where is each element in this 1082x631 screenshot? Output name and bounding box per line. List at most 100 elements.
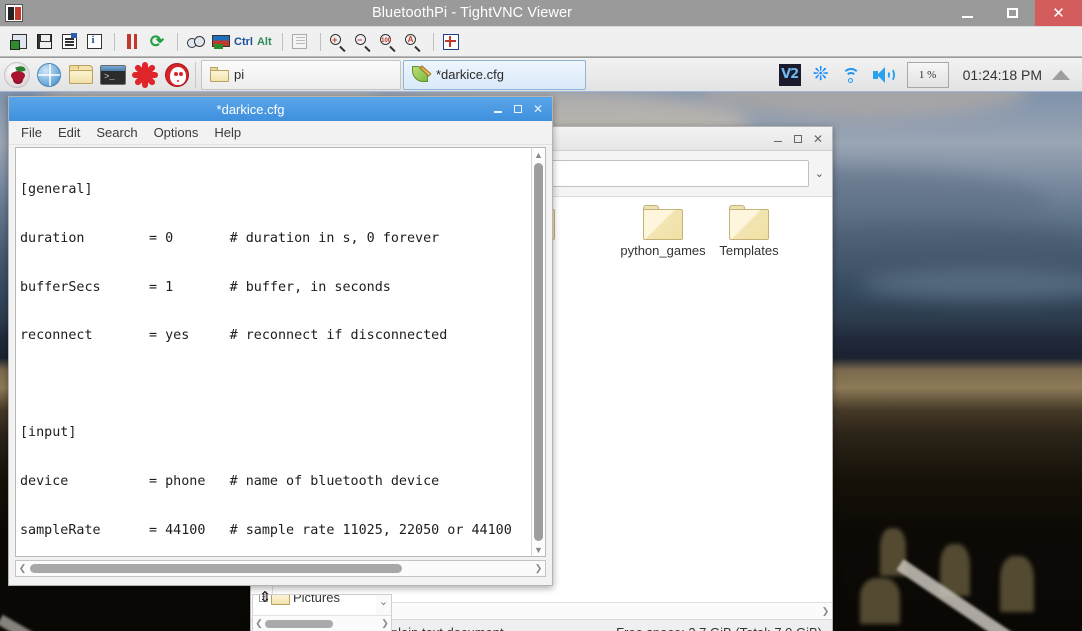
leafpad-menubar: File Edit Search Options Help [9,121,552,145]
scroll-right-icon[interactable]: ❯ [532,562,545,575]
eject-icon[interactable] [1052,69,1070,80]
leafpad-titlebar: *darkice.cfg ✕ [9,97,552,121]
task-button-label: pi [234,67,245,82]
menu-item-file[interactable]: File [21,125,42,140]
scrollbar-thumb[interactable] [534,163,543,541]
bluetooth-icon[interactable]: ❊ [813,65,829,84]
folder-icon [641,205,685,241]
leafpad-close-button[interactable]: ✕ [528,99,548,119]
folder-icon [210,67,229,82]
toolbar-divider [432,32,434,51]
leafpad-horizontal-scrollbar[interactable]: ❮ ❯ [15,560,546,577]
text-editor-input[interactable]: [general] duration = 0 # duration in s, … [16,148,531,556]
tightvnc-viewer-window: BluetoothPi - TightVNC Viewer ✕ ⟳ Ctrl A… [0,0,1082,631]
vnc-window-title: BluetoothPi - TightVNC Viewer [371,5,573,21]
clock[interactable]: 01:24:18 PM [963,67,1042,83]
ctrl-toggle-label[interactable]: Ctrl [234,36,253,48]
folder-icon [271,595,290,605]
task-button-darkice[interactable]: *darkice.cfg [403,59,586,90]
transfer-files-icon[interactable] [289,31,311,53]
vnc-titlebar: BluetoothPi - TightVNC Viewer ✕ [0,0,1082,26]
leafpad-text-area-container: [general] duration = 0 # duration in s, … [15,147,546,557]
list-item[interactable]: python_games [620,205,706,273]
list-item-spacer [578,205,620,273]
toolbar-divider [114,32,115,51]
tree-horizontal-scrollbar[interactable]: ❮ ❯ [253,615,391,631]
text-line: reconnect = yes # reconnect if disconnec… [20,328,448,344]
text-line: [general] [20,182,93,198]
leafpad-icon [412,65,432,83]
pause-icon[interactable] [121,31,143,53]
vnc-logo-icon [5,4,23,22]
mathematica-icon[interactable] [130,60,160,90]
file-manager-tree-peek[interactable]: + Pictures ⌄ ❮ ❯ [252,594,392,631]
menu-item-help[interactable]: Help [214,125,241,140]
text-line: [input] [20,425,77,441]
list-item-label: python_games [620,243,706,258]
wallpaper-road-stripe-left [0,614,107,631]
zoom-100-icon[interactable]: 100 [377,31,399,53]
connection-info-icon[interactable] [83,31,105,53]
leafpad-maximize-button[interactable] [508,99,528,119]
list-item[interactable]: Templates [706,205,792,273]
new-connection-icon[interactable] [8,31,30,53]
save-session-icon[interactable] [33,31,55,53]
vertical-resize-cursor: ⇕ [258,588,272,606]
connection-options-icon[interactable] [58,31,80,53]
zoom-in-icon[interactable]: + [327,31,349,53]
vnc-minimize-button[interactable] [945,0,990,26]
leafpad-minimize-button[interactable] [488,99,508,119]
leafpad-vertical-scrollbar[interactable]: ▲ ▼ [531,148,545,556]
text-line: sampleRate = 44100 # sample rate 11025, … [20,522,512,538]
pi-taskbar: pi *darkice.cfg V2 ❊ 1 % [0,58,1082,92]
scroll-left-icon[interactable]: ❮ [16,562,29,575]
menu-item-edit[interactable]: Edit [58,125,80,140]
leafpad-editor-window: *darkice.cfg ✕ File Edit Search Options … [8,96,553,586]
volume-icon[interactable] [872,66,895,84]
system-tray: V2 ❊ 1 % 01:24:18 PM [773,58,1082,92]
tree-item-label: Pictures [293,594,340,605]
text-line: bufferSecs = 1 # buffer, in seconds [20,279,391,295]
status-right-text: Free space: 2.7 GiB (Total: 7.0 GiB) [616,625,822,631]
text-line [20,377,531,393]
web-browser-icon[interactable] [34,60,64,90]
send-ctrl-alt-del-icon[interactable] [184,31,206,53]
vnc-maximize-button[interactable] [990,0,1035,26]
file-manager-icon[interactable] [66,60,96,90]
cpu-usage-label: 1 % [918,68,937,81]
raspberry-pi-desktop: pi ✕ ❮ ❯ ⇧ /home/pi ⌄ ts [0,58,1082,631]
toolbar-divider [177,32,178,51]
toolbar-divider [281,32,283,51]
zoom-out-icon[interactable]: − [352,31,374,53]
folder-icon [727,205,771,241]
alt-toggle-label[interactable]: Alt [257,36,272,48]
scroll-down-icon[interactable]: ▼ [532,543,545,556]
cpu-usage-monitor[interactable]: 1 % [906,61,949,88]
vnc-server-tray-icon[interactable]: V2 [778,63,801,86]
menu-item-options[interactable]: Options [154,125,199,140]
fullscreen-icon[interactable] [440,31,462,53]
refresh-icon[interactable]: ⟳ [146,31,168,53]
scrollbar-thumb[interactable] [30,564,402,573]
wifi-icon[interactable] [841,67,861,83]
file-manager-close-button[interactable]: ✕ [808,129,828,149]
text-line: device = phone # name of bluetooth devic… [20,473,440,489]
scroll-up-icon[interactable]: ▲ [532,148,545,161]
zoom-auto-icon[interactable]: A [402,31,424,53]
toolbar-divider [319,32,321,51]
list-item-label: Templates [719,243,779,258]
task-button-pi[interactable]: pi [201,59,401,90]
file-manager-minimize-button[interactable] [768,129,788,149]
text-line: duration = 0 # duration in s, 0 forever [20,231,440,246]
menu-item-search[interactable]: Search [96,125,137,140]
send-key-icon[interactable] [209,31,231,53]
vnc-toolbar: ⟳ Ctrl Alt + − 100 A [0,26,1082,57]
menu-raspberry-icon[interactable] [2,60,32,90]
taskbar-divider [195,61,196,88]
terminal-icon[interactable] [98,60,128,90]
wolfram-icon[interactable] [162,60,192,90]
vnc-close-button[interactable]: ✕ [1035,0,1082,26]
file-manager-maximize-button[interactable] [788,129,808,149]
task-button-label: *darkice.cfg [436,67,504,82]
chevron-down-icon[interactable]: ⌄ [815,167,824,180]
